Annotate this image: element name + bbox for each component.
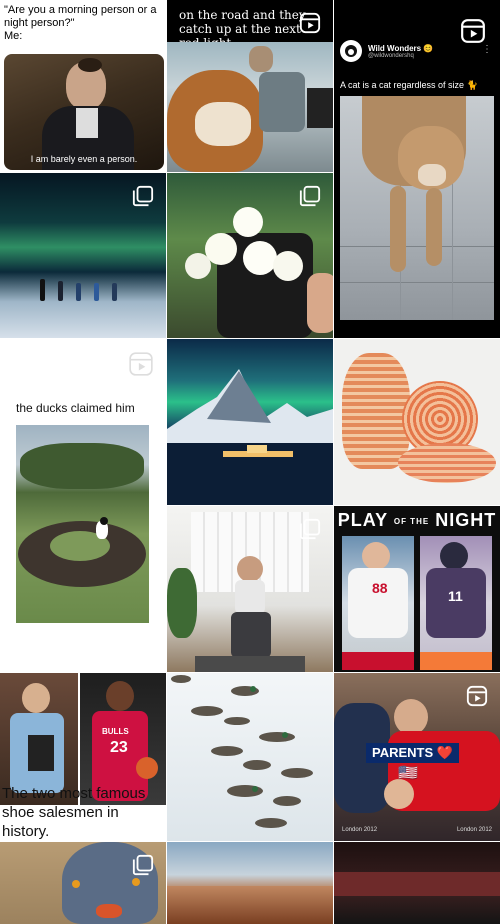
more-options-icon: ⋮	[482, 44, 492, 55]
crowd-person-center	[394, 699, 428, 735]
account-header: Wild Wonders 😊 @wildwondershq	[340, 40, 433, 62]
post-tile-play-of-night[interactable]: PLAY OF THE NIGHT 88 11	[334, 506, 500, 672]
canyon-ridge	[167, 886, 333, 924]
explore-grid: "Are you a morning person or a night per…	[0, 0, 500, 924]
post-tile-flying-ducks[interactable]	[167, 673, 333, 841]
reel-icon	[461, 19, 485, 43]
play-of-night-title: PLAY OF THE NIGHT	[334, 510, 500, 531]
post-tile-ceramics[interactable]	[334, 339, 500, 505]
london-right: London 2012	[456, 827, 492, 833]
vase	[342, 353, 410, 469]
meme-me-label: Me:	[4, 30, 23, 42]
orchid-flowers	[185, 207, 305, 297]
road-meme-photo	[167, 42, 333, 172]
london-left: London 2012	[342, 827, 378, 833]
post-tile-wild-wonders[interactable]: Wild Wonders 😊 @wildwondershq ⋮ A cat is…	[334, 0, 500, 338]
title-word-of-the: OF THE	[393, 516, 430, 526]
floor-mat	[195, 656, 305, 672]
avatar	[340, 40, 362, 62]
hiker-group	[38, 277, 128, 303]
post-tile-shoe-salesmen[interactable]: BULLS 23 The two most famous shoe salesm…	[0, 673, 166, 841]
post-tile-canyon[interactable]	[167, 842, 333, 924]
carousel-icon	[299, 518, 321, 540]
reel-icon	[129, 352, 153, 376]
jersey-number: 23	[110, 739, 128, 756]
post-tile-aurora-mountains[interactable]	[167, 339, 333, 505]
person	[237, 556, 263, 582]
usa-flag: 🇺🇸	[398, 765, 418, 782]
title-word-night: NIGHT	[435, 510, 497, 530]
carousel-icon	[299, 185, 321, 207]
meme-question: "Are you a morning person or a night per…	[4, 4, 157, 29]
meme-top-text: "Are you a morning person or a night per…	[0, 0, 166, 47]
post-tile-orchid[interactable]	[167, 173, 333, 338]
duck-flock	[171, 675, 313, 828]
hand	[307, 273, 333, 333]
player-card-right: 11	[420, 536, 492, 670]
mountain-scene	[167, 369, 333, 505]
shoe-caption: The two most famous shoe salesmen in his…	[2, 785, 146, 840]
title-word-play: PLAY	[337, 510, 388, 530]
ducks-photo	[16, 425, 149, 623]
meme-photo: I am barely even a person.	[4, 54, 164, 170]
post-tile-road-meme[interactable]: on the road and they catch up at the nex…	[167, 0, 333, 172]
jersey-text: BULLS	[102, 727, 129, 736]
plate	[398, 443, 496, 483]
plant	[167, 568, 197, 638]
post-tile-parents[interactable]: PARENTS ❤️ 🇺🇸 London 2012 London 2012	[334, 673, 500, 841]
account-name: Wild Wonders 😊	[368, 43, 434, 53]
reel-icon	[466, 685, 488, 707]
post-caption: A cat is a cat regardless of size 🐈	[340, 80, 478, 90]
post-tile-morning-meme[interactable]: "Are you a morning person or a night per…	[0, 0, 166, 172]
post-tile-arena[interactable]	[334, 842, 500, 924]
post-tile-ducks[interactable]: the ducks claimed him	[0, 339, 166, 672]
london-banner: London 2012 London 2012	[342, 827, 492, 833]
meme-subtitle: I am barely even a person.	[30, 154, 138, 164]
ducks-caption: the ducks claimed him	[16, 401, 135, 415]
account-handle: @wildwondershq	[368, 52, 414, 59]
carousel-icon	[132, 854, 154, 876]
post-tile-pigeon[interactable]	[0, 842, 166, 924]
cougar-photo	[340, 96, 494, 320]
jersey-number-right: 11	[448, 588, 463, 604]
post-tile-workout[interactable]	[167, 506, 333, 672]
post-tile-aurora-hikers[interactable]	[0, 173, 166, 338]
parents-badge: PARENTS ❤️	[366, 743, 459, 763]
lion-logo-icon	[345, 45, 357, 57]
reel-icon	[299, 12, 321, 34]
player-card-left: 88	[342, 536, 414, 670]
carousel-icon	[132, 185, 154, 207]
arena-lights	[334, 872, 500, 896]
crowd-person-woman	[384, 779, 414, 809]
jersey-number-left: 88	[372, 580, 388, 596]
